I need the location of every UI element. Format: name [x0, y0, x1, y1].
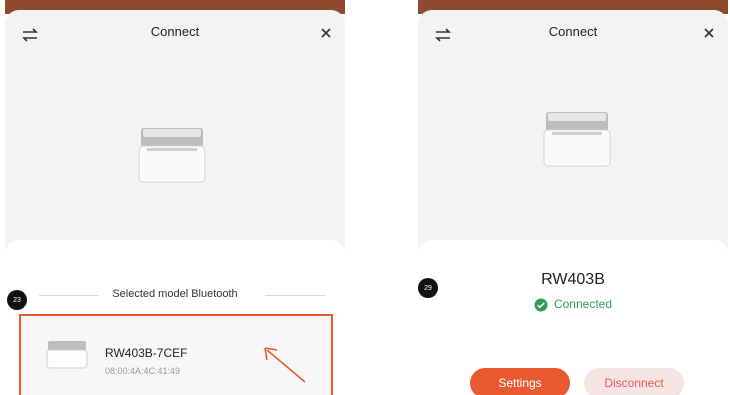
close-icon[interactable] — [319, 26, 333, 40]
settings-button[interactable]: Settings — [470, 368, 570, 395]
printer-icon — [138, 128, 206, 183]
page-title: Connect — [548, 24, 598, 39]
header: Connect — [5, 16, 345, 50]
device-name: RW403B-7CEF — [105, 346, 188, 360]
printer-icon — [46, 341, 88, 369]
status-text: Connected — [553, 297, 613, 311]
section-label: Selected model Bluetooth — [5, 288, 345, 300]
header: Connect — [418, 16, 728, 50]
arrow-icon — [264, 347, 306, 383]
close-icon[interactable] — [702, 26, 716, 40]
page-title: Connect — [150, 24, 200, 39]
connect-screen-connected: Connect 29 RW403B Connected Settings Dis… — [418, 0, 728, 395]
connection-status: Connected — [418, 297, 728, 312]
section-header: Selected model Bluetooth — [5, 286, 345, 304]
check-circle-icon — [534, 298, 548, 312]
device-status-sheet — [418, 240, 728, 395]
device-mac-address: 08:00:4A:4C:41:49 — [105, 366, 181, 376]
section-label-text: Selected model Bluetooth — [106, 288, 244, 300]
printer-icon — [543, 112, 611, 167]
connect-screen-selecting: Connect 23 Selected model Bluetooth RW40… — [5, 0, 345, 395]
disconnect-button[interactable]: Disconnect — [584, 368, 684, 395]
connected-device-name: RW403B — [541, 271, 605, 288]
